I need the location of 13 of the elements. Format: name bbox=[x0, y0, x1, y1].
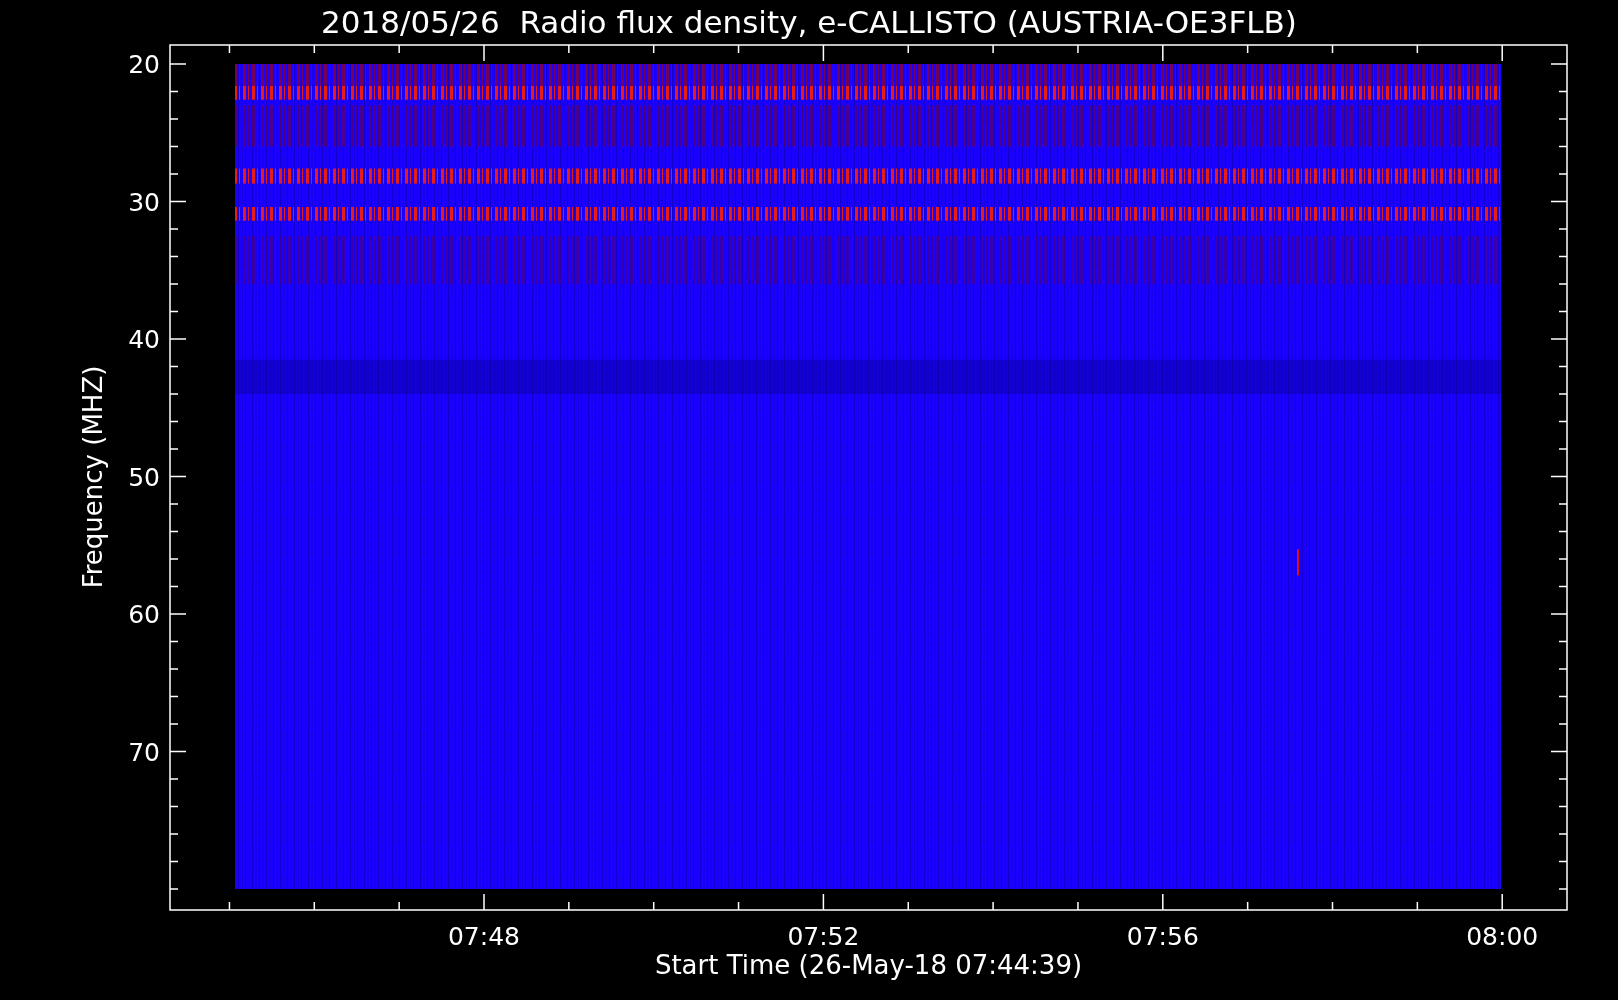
tick-label: 07:52 bbox=[787, 922, 860, 951]
tick-label: 07:48 bbox=[448, 922, 520, 951]
axis-label: Frequency (MHZ) bbox=[78, 365, 108, 589]
tick-label: 40 bbox=[128, 325, 160, 354]
chart-title: 2018/05/26 Radio flux density, e-CALLISTO (AUSTRIA-OE3FLB) bbox=[321, 6, 1297, 38]
tick-label: 50 bbox=[128, 462, 160, 492]
tick-label: 08:00 bbox=[1466, 922, 1539, 951]
tick-label: 20 bbox=[128, 50, 160, 79]
tick-label: 70 bbox=[128, 737, 160, 767]
tick-label: 60 bbox=[128, 600, 160, 629]
tick-label: 30 bbox=[128, 187, 160, 217]
tick-label: 07:56 bbox=[1126, 922, 1199, 951]
axis-label: Start Time (26-May-18 07:44:39) bbox=[654, 950, 1083, 980]
